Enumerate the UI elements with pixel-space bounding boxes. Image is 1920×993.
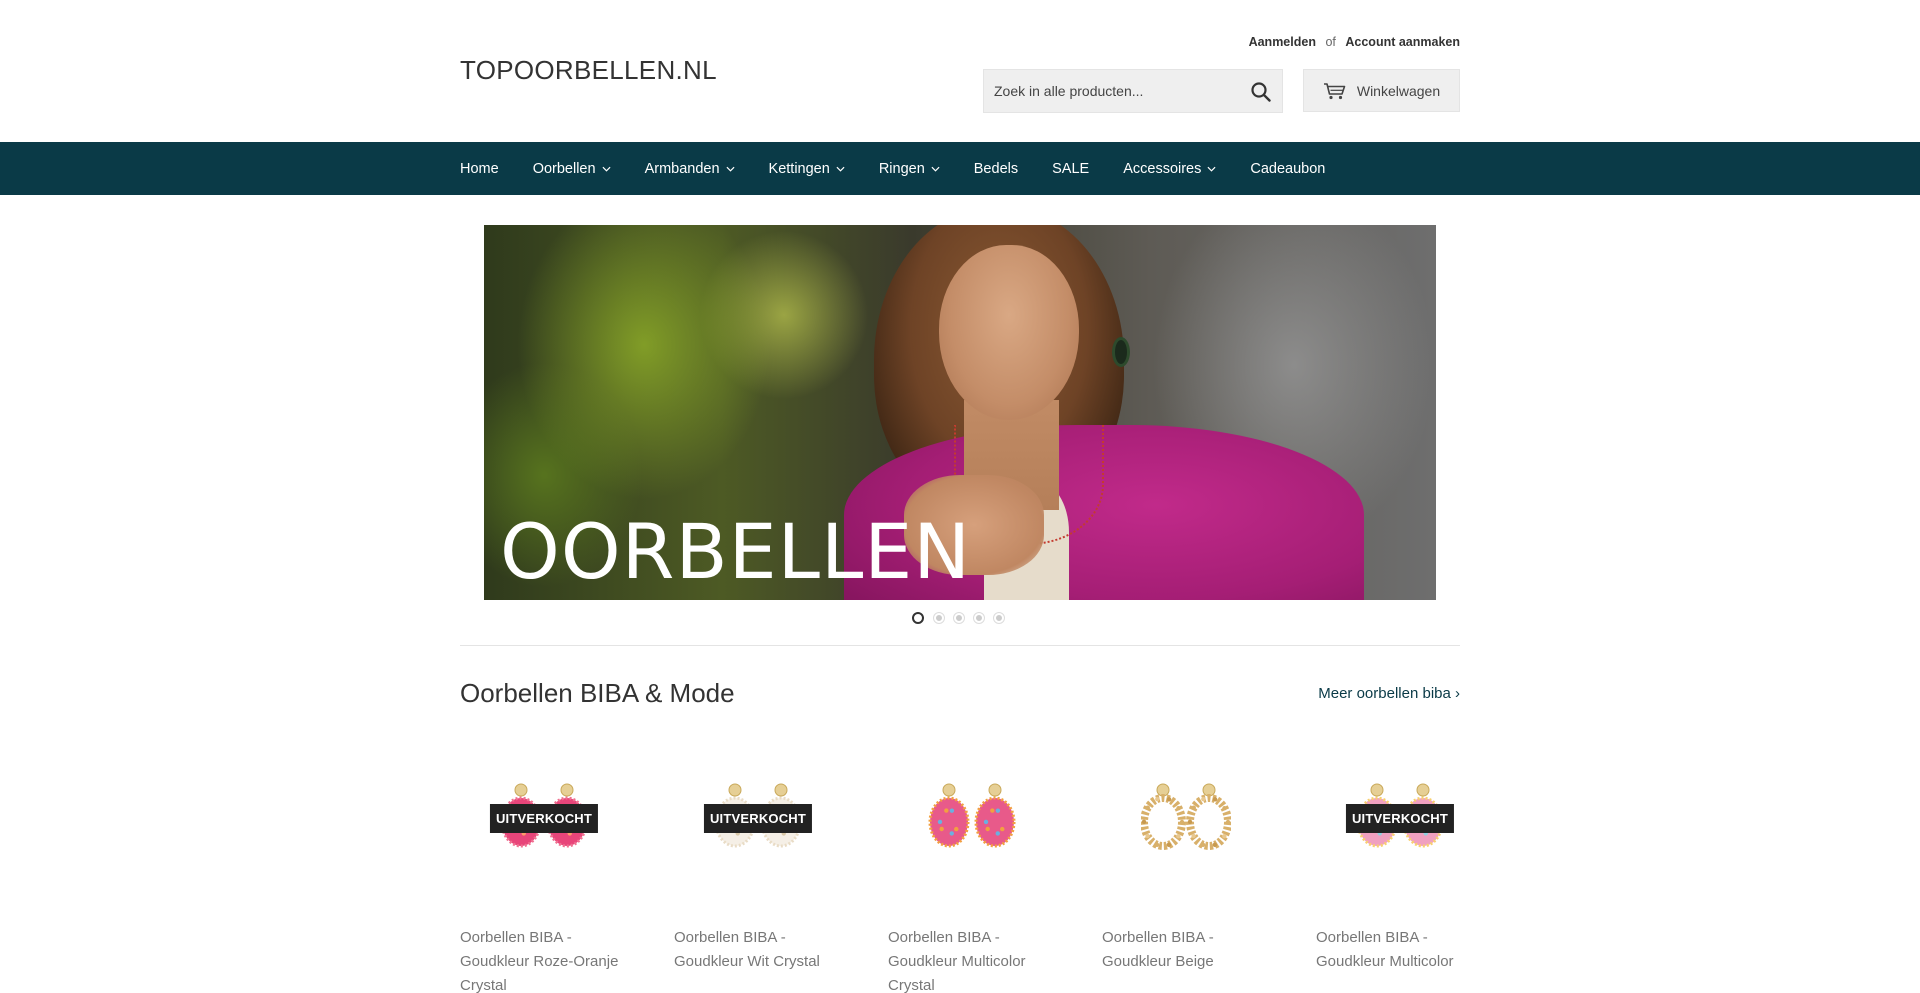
product-card[interactable]: Oorbellen BIBA - Goudkleur Multicolor Cr… (888, 740, 1056, 993)
hero-title: OORBELLEN (500, 507, 972, 596)
sold-out-badge: UITVERKOCHT (489, 804, 599, 833)
nav-item-cadeaubon[interactable]: Cadeaubon (1250, 161, 1325, 177)
product-card[interactable]: Oorbellen BIBA - Goudkleur Beige (1102, 740, 1270, 993)
nav-item-bedels[interactable]: Bedels (974, 161, 1018, 177)
search-button[interactable] (1250, 81, 1272, 103)
product-title[interactable]: Oorbellen BIBA - Goudkleur Beige (1102, 926, 1270, 974)
main-nav: Home Oorbellen Armbanden Kettingen Ringen Bed… (0, 142, 1920, 195)
product-title[interactable]: Oorbellen BIBA - Goudkleur Wit Crystal (674, 926, 842, 974)
hero-earring (1112, 337, 1130, 367)
create-account-link[interactable]: Account aanmaken (1345, 35, 1460, 49)
chevron-down-icon (602, 166, 611, 172)
or-separator: of (1325, 35, 1336, 49)
more-earrings-link[interactable]: Meer oorbellen biba › (1318, 685, 1460, 702)
product-image[interactable]: UITVERKOCHT (674, 740, 842, 900)
site-logo[interactable]: TOPOORBELLEN.NL (460, 55, 717, 86)
nav-item-label: Home (460, 160, 499, 177)
product-card[interactable]: UITVERKOCHT Oorbellen BIBA - Goudkleur Wi… (674, 740, 842, 993)
cart-label: Winkelwagen (1356, 82, 1441, 99)
hero-slide[interactable]: OORBELLEN (484, 225, 1436, 600)
earring-pair-image (928, 783, 1016, 848)
login-link[interactable]: Aanmelden (1249, 35, 1316, 49)
nav-item-oorbellen[interactable]: Oorbellen (533, 161, 611, 177)
product-title[interactable]: Oorbellen BIBA - Goudkleur Multicolor Cr… (888, 926, 1056, 993)
nav-item-label: Cadeaubon (1250, 160, 1326, 177)
nav-item-accessoires[interactable]: Accessoires (1123, 161, 1216, 177)
nav-item-label: SALE (1052, 160, 1090, 177)
product-title[interactable]: Oorbellen BIBA - Goudkleur Multicolor (1316, 926, 1484, 974)
slider-dot[interactable] (974, 613, 984, 623)
product-card[interactable]: UITVERKOCHT Oorbellen BIBA - Goudkleur Ro… (460, 740, 628, 993)
cart-button[interactable]: Winkelwagen (1303, 69, 1460, 112)
section-title: Oorbellen BIBA & Mode (460, 678, 735, 708)
product-card[interactable]: UITVERKOCHT Oorbellen BIBA - Goudkleur Mu… (1316, 740, 1484, 993)
earring-pair-image (1141, 783, 1231, 850)
search-icon (1251, 82, 1271, 102)
chevron-down-icon (1207, 166, 1216, 172)
chevron-down-icon (931, 166, 940, 172)
nav-item-sale[interactable]: SALE (1052, 161, 1089, 177)
slider-dot[interactable] (994, 613, 1004, 623)
search-form (983, 69, 1283, 113)
sold-out-badge: UITVERKOCHT (1345, 804, 1455, 833)
product-title[interactable]: Oorbellen BIBA - Goudkleur Roze-Oranje C… (460, 926, 628, 993)
slider-dot[interactable] (912, 612, 924, 624)
hero-model-face (939, 245, 1079, 420)
product-grid: UITVERKOCHT Oorbellen BIBA - Goudkleur Ro… (460, 740, 1460, 993)
chevron-down-icon (836, 166, 845, 172)
section-divider (460, 645, 1460, 646)
nav-item-armbanden[interactable]: Armbanden (645, 161, 735, 177)
chevron-down-icon (726, 166, 735, 172)
product-image[interactable] (888, 740, 1056, 900)
nav-item-label: Bedels (973, 160, 1019, 177)
sold-out-badge: UITVERKOCHT (703, 804, 813, 833)
slider-dot[interactable] (954, 613, 964, 623)
product-image[interactable]: UITVERKOCHT (460, 740, 628, 900)
slider-dot[interactable] (934, 613, 944, 623)
nav-item-label: Kettingen (768, 160, 830, 177)
nav-item-label: Armbanden (644, 160, 720, 177)
search-input[interactable] (984, 70, 1234, 112)
nav-item-label: Ringen (878, 160, 925, 177)
nav-item-label: Oorbellen (532, 160, 596, 177)
nav-item-ringen[interactable]: Ringen (879, 161, 940, 177)
cart-icon (1323, 82, 1346, 99)
slider-dots (912, 612, 1004, 624)
site-header: TOPOORBELLEN.NL Aanmelden of Account aan… (0, 0, 1920, 142)
nav-item-label: Accessoires (1123, 160, 1202, 177)
nav-item-kettingen[interactable]: Kettingen (769, 161, 845, 177)
account-links: Aanmelden of Account aanmaken (1249, 35, 1460, 49)
nav-list: Home Oorbellen Armbanden Kettingen Ringen Bed… (460, 142, 1359, 195)
product-image[interactable] (1102, 740, 1270, 900)
product-image[interactable]: UITVERKOCHT (1316, 740, 1484, 900)
nav-item-home[interactable]: Home (460, 161, 499, 177)
